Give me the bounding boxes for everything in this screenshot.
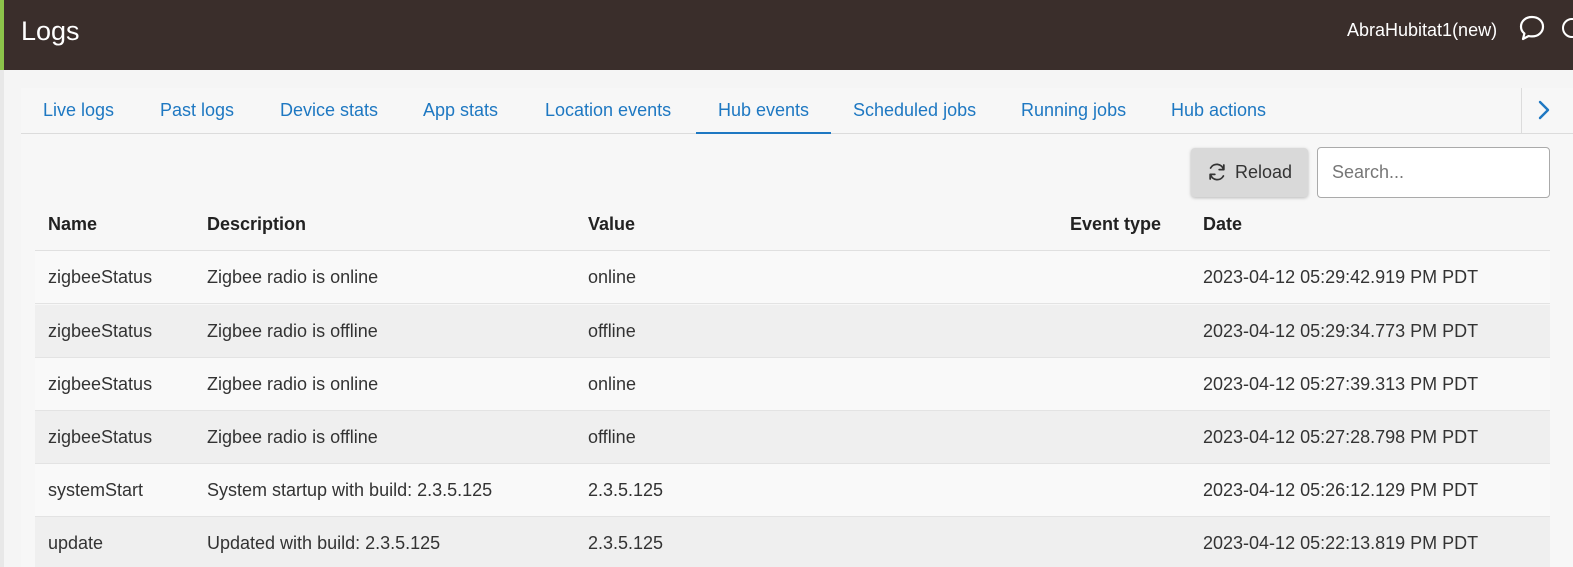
cell-date: 2023-04-12 05:26:12.129 PM PDT: [1203, 480, 1479, 500]
column-header-event-type[interactable]: Event type: [1070, 212, 1161, 236]
app-header: Logs AbraHubitat1(new): [0, 0, 1573, 70]
cell-date: 2023-04-12 05:27:39.313 PM PDT: [1203, 374, 1479, 394]
hub-name[interactable]: AbraHubitat1(new): [1347, 18, 1497, 42]
table-row[interactable]: systemStart System startup with build: 2…: [35, 464, 1550, 517]
cell-description: Zigbee radio is offline: [207, 321, 378, 341]
column-header-value[interactable]: Value: [588, 212, 635, 236]
cell-value: online: [588, 267, 637, 287]
cell-date: 2023-04-12 05:27:28.798 PM PDT: [1203, 427, 1479, 447]
tab-live-logs[interactable]: Live logs: [43, 88, 114, 134]
header-accent-bar: [0, 0, 4, 70]
cell-description: Zigbee radio is online: [207, 267, 379, 287]
cell-description: Zigbee radio is offline: [207, 427, 378, 447]
search-input[interactable]: [1317, 147, 1550, 198]
table-row[interactable]: zigbeeStatus Zigbee radio is online onli…: [35, 358, 1550, 411]
logs-panel: Live logs Past logs Device stats App sta…: [21, 88, 1573, 567]
cell-value: 2.3.5.125: [588, 480, 664, 500]
table-row[interactable]: update Updated with build: 2.3.5.125 2.3…: [35, 517, 1550, 567]
cell-name: update: [48, 533, 104, 553]
tab-past-logs[interactable]: Past logs: [160, 88, 234, 134]
cell-value: offline: [588, 427, 636, 447]
left-edge: [0, 70, 4, 567]
tab-location-events[interactable]: Location events: [545, 88, 671, 134]
tab-bar: Live logs Past logs Device stats App sta…: [21, 88, 1573, 134]
cell-description: Updated with build: 2.3.5.125: [207, 533, 441, 553]
tab-device-stats[interactable]: Device stats: [280, 88, 378, 134]
column-header-date[interactable]: Date: [1203, 212, 1242, 236]
cell-description: System startup with build: 2.3.5.125: [207, 480, 493, 500]
table-row[interactable]: zigbeeStatus Zigbee radio is offline off…: [35, 411, 1550, 464]
cell-name: systemStart: [48, 480, 144, 500]
tab-running-jobs[interactable]: Running jobs: [1021, 88, 1126, 134]
cell-date: 2023-04-12 05:22:13.819 PM PDT: [1203, 533, 1479, 553]
cell-name: zigbeeStatus: [48, 374, 153, 394]
refresh-icon: [1209, 163, 1225, 181]
column-header-name[interactable]: Name: [48, 212, 97, 236]
tab-hub-actions[interactable]: Hub actions: [1171, 88, 1266, 134]
cell-name: zigbeeStatus: [48, 321, 153, 341]
tab-scheduled-jobs[interactable]: Scheduled jobs: [853, 88, 976, 134]
page-title: Logs: [21, 16, 80, 46]
cell-value: online: [588, 374, 637, 394]
cell-date: 2023-04-12 05:29:42.919 PM PDT: [1203, 267, 1479, 287]
tab-app-stats[interactable]: App stats: [423, 88, 498, 134]
tab-divider: [1521, 88, 1522, 134]
cell-description: Zigbee radio is online: [207, 374, 379, 394]
help-icon[interactable]: [1562, 18, 1573, 38]
reload-button[interactable]: Reload: [1191, 148, 1308, 197]
cell-name: zigbeeStatus: [48, 267, 153, 287]
chevron-right-icon[interactable]: [1535, 99, 1553, 121]
reload-button-label: Reload: [1235, 162, 1293, 182]
cell-value: 2.3.5.125: [588, 533, 664, 553]
cell-date: 2023-04-12 05:29:34.773 PM PDT: [1203, 321, 1479, 341]
table-row[interactable]: zigbeeStatus Zigbee radio is offline off…: [35, 305, 1550, 358]
cell-value: offline: [588, 321, 636, 341]
chat-icon[interactable]: [1518, 14, 1546, 42]
table-row[interactable]: zigbeeStatus Zigbee radio is online onli…: [35, 251, 1550, 304]
column-header-description[interactable]: Description: [207, 212, 306, 236]
tab-hub-events[interactable]: Hub events: [696, 88, 831, 134]
cell-name: zigbeeStatus: [48, 427, 153, 447]
